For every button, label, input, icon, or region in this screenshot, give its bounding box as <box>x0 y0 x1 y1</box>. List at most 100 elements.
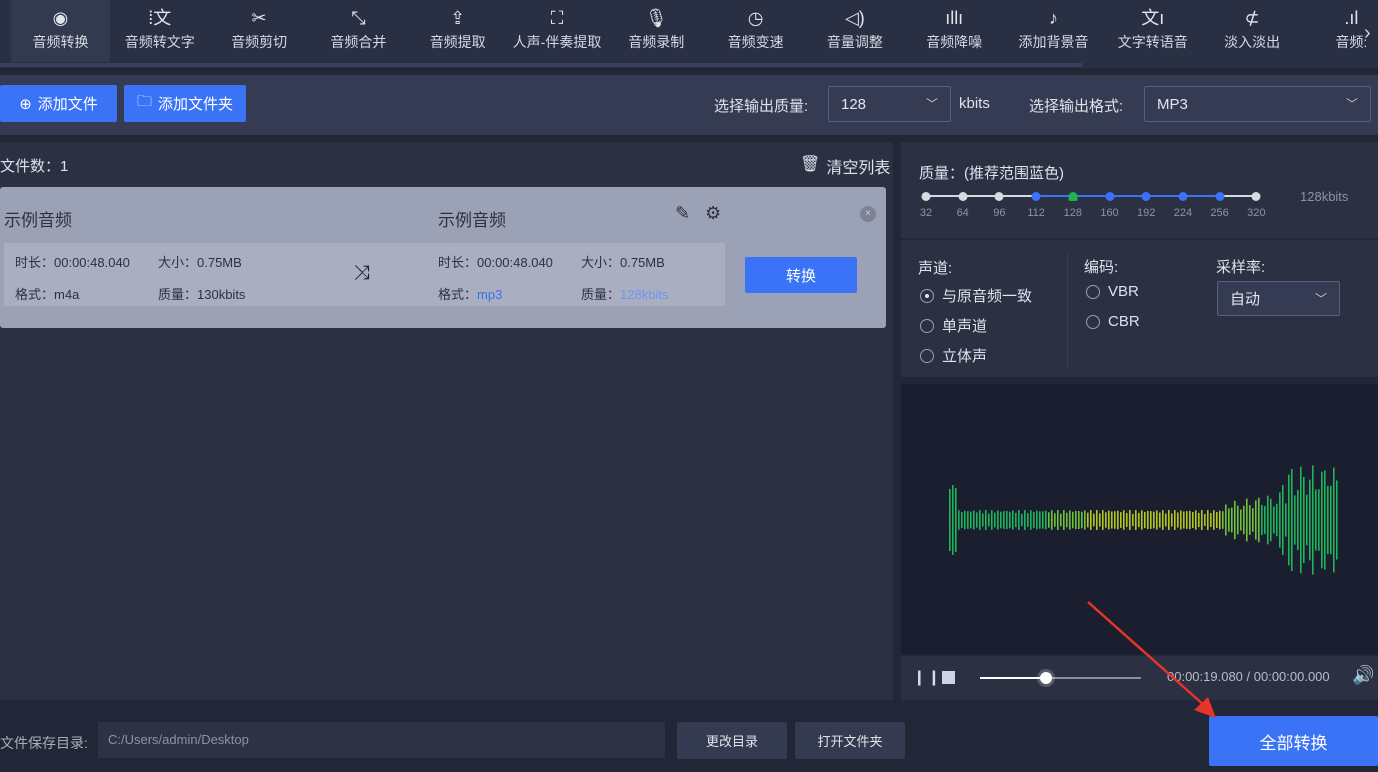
nav-item-0[interactable]: ◉ 音频转换 <box>11 0 110 62</box>
waveform-bar <box>1231 507 1233 533</box>
nav-item-6[interactable]: 🎙 音频录制 <box>607 0 706 62</box>
quality-stop-160[interactable] <box>1105 192 1114 201</box>
waveform-bar <box>985 510 987 530</box>
waveform-bar <box>967 511 969 529</box>
add-folder-button[interactable]: 🗀 添加文件夹 <box>124 85 246 122</box>
save-path-input[interactable]: C:/Users/admin/Desktop <box>98 722 665 758</box>
quality-stop-32[interactable] <box>921 192 931 201</box>
waveform-bar <box>1189 510 1191 530</box>
waveform-bar <box>1279 492 1281 548</box>
shuffle-arrow-icon: ⤨ <box>354 262 370 284</box>
waveform-bar <box>1069 510 1071 530</box>
waveform-bar <box>1141 510 1143 530</box>
waveform-bar <box>1144 511 1146 529</box>
quality-select[interactable]: 128 ﹀ <box>828 86 951 122</box>
waveform-bar <box>1027 513 1029 527</box>
quality-stop-112[interactable] <box>1031 192 1041 201</box>
open-folder-button[interactable]: 打开文件夹 <box>795 722 905 759</box>
speaker-icon: ◁) <box>844 8 865 28</box>
quality-stop-128[interactable] <box>1068 192 1078 201</box>
waveform-bar <box>1099 513 1101 527</box>
change-dir-button[interactable]: 更改目录 <box>677 722 787 759</box>
waveform-bar <box>1045 510 1047 530</box>
waveform-bar <box>1267 495 1269 545</box>
clear-list-button[interactable]: 🗑 清空列表 <box>800 154 890 178</box>
text-to-speech-icon: 文ı <box>1141 8 1165 28</box>
edit-icon[interactable]: ✎ <box>675 203 690 224</box>
waveform-bar <box>1012 510 1014 530</box>
nav-scrollbar[interactable] <box>0 63 1082 67</box>
codec-option[interactable]: CBR <box>1086 313 1140 330</box>
waveform-bar <box>1102 510 1104 530</box>
quality-title: 质量：(推荐范围蓝色) <box>919 165 1064 182</box>
waveform-bar <box>1048 512 1050 528</box>
channel-option[interactable]: 单声道 <box>920 315 987 336</box>
nav-item-11[interactable]: 文ı 文字转语音 <box>1103 0 1202 62</box>
nav-item-10[interactable]: ♪ 添加背景音 <box>1004 0 1103 62</box>
waveform-bar <box>1228 508 1230 532</box>
waveform-bar <box>1006 510 1008 530</box>
waveform-bar <box>991 510 993 530</box>
audio-convert-icon: ◉ <box>52 8 69 28</box>
waveform-bar <box>1021 513 1023 527</box>
chevron-right-icon[interactable]: › <box>1364 22 1371 45</box>
waveform-bar <box>988 513 990 527</box>
convert-all-button[interactable]: 全部转换 <box>1209 716 1378 766</box>
pause-icon[interactable]: ❙❙ <box>913 668 942 686</box>
waveform-bar <box>1054 513 1056 527</box>
output-name: 示例音频 <box>438 211 506 230</box>
nav-item-12[interactable]: ⊄ 淡入淡出 <box>1203 0 1302 62</box>
nav-item-5[interactable]: ⛶ 人声-伴奏提取 <box>508 0 607 62</box>
waveform-bar <box>1327 485 1329 555</box>
waveform-bar <box>1303 476 1305 564</box>
waveform-bar <box>961 512 963 528</box>
waveform-bar <box>1114 511 1116 529</box>
waveform-bar <box>1105 512 1107 528</box>
radio-icon <box>1086 314 1100 329</box>
waveform-bar <box>1147 510 1149 530</box>
waveform-bar <box>1273 506 1275 534</box>
quality-stop-64[interactable] <box>958 192 968 201</box>
channel-label: 声道: <box>918 260 953 277</box>
nav-item-7[interactable]: ◷ 音频变速 <box>706 0 805 62</box>
quality-stop-256[interactable] <box>1215 192 1225 201</box>
stop-icon[interactable] <box>942 671 955 684</box>
codec-option[interactable]: VBR <box>1086 283 1139 300</box>
quality-tick-label: 128 <box>1063 207 1082 219</box>
volume-icon[interactable]: 🔊 <box>1352 665 1374 686</box>
nav-item-2[interactable]: ✂ 音频剪切 <box>210 0 309 62</box>
waveform-bar <box>1246 498 1248 542</box>
waveform-bar <box>1081 511 1083 529</box>
quality-stop-192[interactable] <box>1141 192 1151 201</box>
samplerate-select[interactable]: 自动 ﹀ <box>1217 281 1340 316</box>
waveform-bar <box>1234 500 1236 540</box>
fade-icon: ⊄ <box>1244 8 1260 28</box>
remove-item-icon[interactable]: × <box>860 206 876 222</box>
waveform-bar <box>1210 513 1212 527</box>
waveform-bar <box>1162 510 1164 530</box>
channel-option[interactable]: 立体声 <box>920 345 987 366</box>
quality-stop-224[interactable] <box>1178 192 1188 201</box>
waveform-bar <box>994 512 996 528</box>
quality-stop-320[interactable] <box>1251 192 1261 201</box>
waveform-bar <box>1093 513 1095 527</box>
add-file-button[interactable]: ⊕ 添加文件 <box>0 85 117 122</box>
nav-item-4[interactable]: ⇪ 音频提取 <box>408 0 507 62</box>
channel-option[interactable]: 与原音频一致 <box>920 285 1032 306</box>
source-name: 示例音频 <box>4 211 72 230</box>
quality-stop-96[interactable] <box>994 192 1004 201</box>
convert-button[interactable]: 转换 <box>745 257 857 293</box>
seek-slider[interactable] <box>980 672 1141 684</box>
waveform-bar <box>1321 471 1323 569</box>
waveform-bar <box>1135 510 1137 530</box>
format-select[interactable]: MP3 ﹀ <box>1144 86 1371 122</box>
gear-icon[interactable]: ⚙ <box>705 203 721 224</box>
nav-item-3[interactable]: ⤡ 音频合并 <box>309 0 408 62</box>
waveform-bar <box>964 510 966 530</box>
waveform-bar <box>1138 512 1140 528</box>
nav-item-8[interactable]: ◁) 音量调整 <box>805 0 904 62</box>
nav-item-9[interactable]: ıllı 音频降噪 <box>905 0 1004 62</box>
waveform-bar <box>1123 510 1125 530</box>
radio-icon <box>920 318 934 333</box>
nav-item-1[interactable]: ⁞文 音频转文字 <box>110 0 209 62</box>
